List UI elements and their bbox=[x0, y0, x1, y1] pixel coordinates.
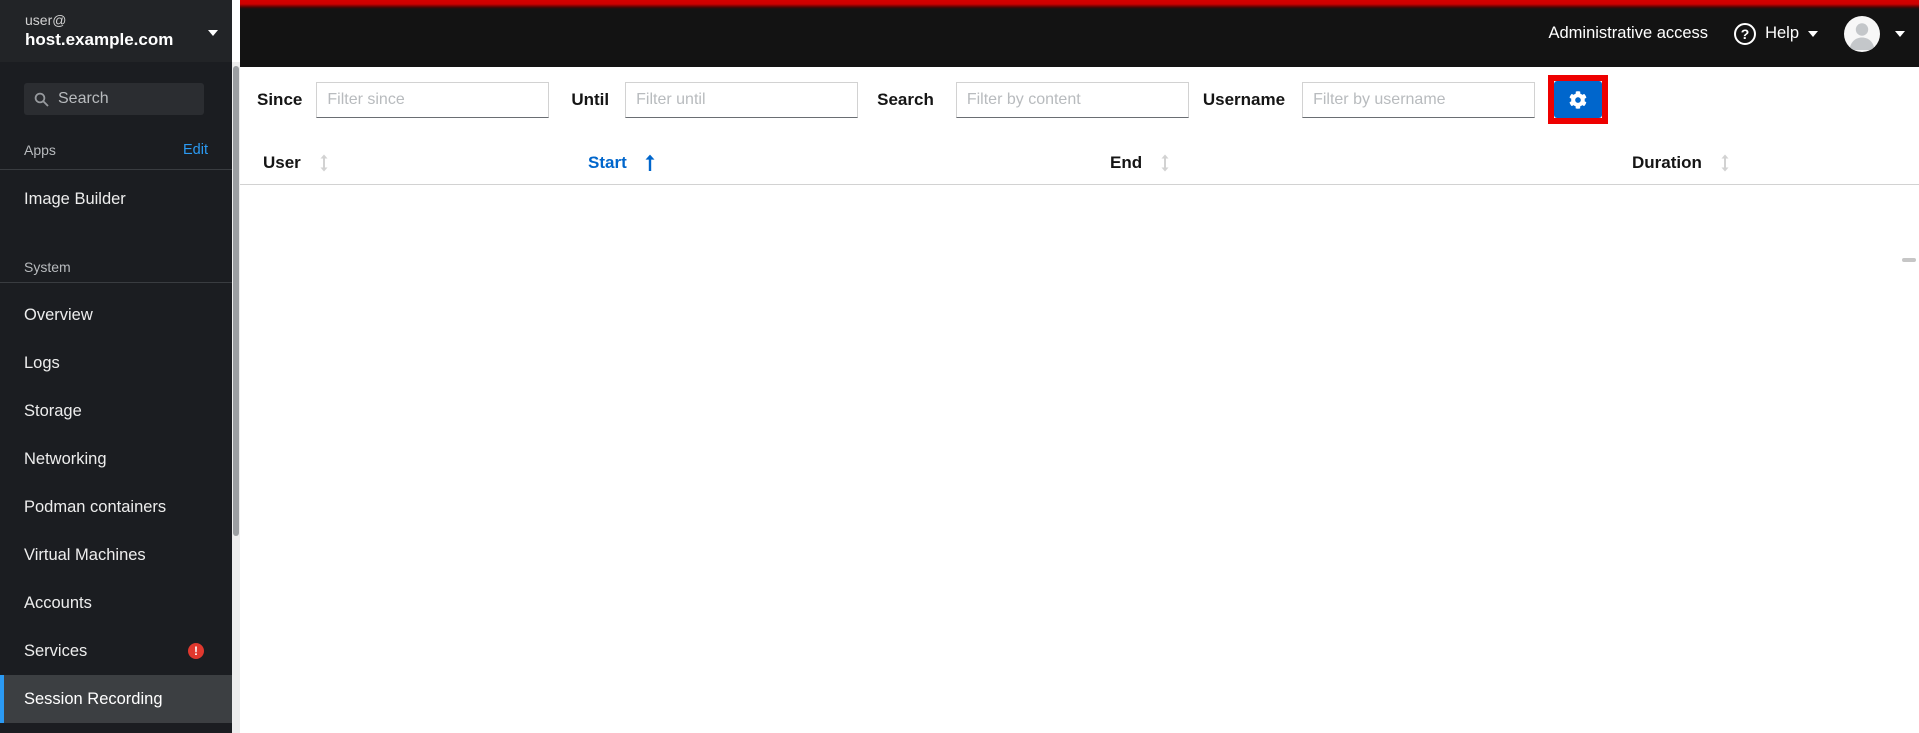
sidebar-item-accounts[interactable]: Accounts bbox=[0, 579, 232, 627]
avatar bbox=[1844, 15, 1880, 52]
sidebar-item-image-builder[interactable]: Image Builder bbox=[0, 175, 232, 223]
help-menu-button[interactable]: ? Help bbox=[1734, 22, 1818, 45]
divider bbox=[0, 282, 232, 283]
sort-both-icon bbox=[320, 154, 328, 171]
masthead: Administrative access ? Help bbox=[240, 0, 1919, 67]
user-name: user@ bbox=[25, 12, 67, 28]
sidebar-search-input[interactable] bbox=[58, 90, 194, 108]
sidebar-item-label: Virtual Machines bbox=[24, 545, 146, 564]
sort-both-icon bbox=[1161, 154, 1169, 171]
sidebar-item-logs[interactable]: Logs bbox=[0, 339, 232, 387]
apps-edit-link[interactable]: Edit bbox=[183, 142, 208, 158]
masthead-toolbar: Administrative access ? Help bbox=[1549, 0, 1905, 67]
annotation-highlight-box bbox=[1548, 75, 1609, 124]
host-name: host.example.com bbox=[25, 30, 174, 49]
sidebar-item-storage[interactable]: Storage bbox=[0, 387, 232, 435]
since-label: Since bbox=[257, 89, 303, 109]
sidebar: user@ host.example.com Apps Edit Image B… bbox=[0, 0, 232, 733]
sidebar-item-networking[interactable]: Networking bbox=[0, 435, 232, 483]
administrative-access-button[interactable]: Administrative access bbox=[1549, 24, 1709, 43]
user-icon bbox=[1849, 22, 1875, 50]
sidebar-scrollbar-thumb[interactable] bbox=[233, 66, 239, 536]
column-label: User bbox=[263, 152, 301, 172]
chevron-down-icon bbox=[1808, 30, 1818, 37]
host-switcher[interactable]: user@ host.example.com bbox=[0, 0, 232, 62]
sidebar-item-label: Overview bbox=[24, 305, 93, 324]
sidebar-item-services[interactable]: Services ! bbox=[0, 627, 232, 675]
sidebar-item-overview[interactable]: Overview bbox=[0, 291, 232, 339]
username-label: Username bbox=[1202, 89, 1286, 109]
config-gear-button[interactable] bbox=[1554, 81, 1603, 118]
filter-toolbar: Since Until Search Username bbox=[257, 75, 1609, 124]
error-badge-icon: ! bbox=[188, 643, 204, 659]
recordings-table-header: User Start End Duration bbox=[240, 140, 1919, 185]
content-scrollbar-thumb[interactable] bbox=[1902, 258, 1916, 262]
column-label: End bbox=[1110, 152, 1143, 172]
help-label: Help bbox=[1765, 24, 1799, 42]
search-label: Search bbox=[877, 89, 934, 109]
apps-section-header: Apps Edit bbox=[24, 139, 208, 161]
since-input[interactable] bbox=[316, 81, 550, 118]
sidebar-item-session-recording[interactable]: Session Recording bbox=[0, 675, 232, 723]
session-recording-page: Since Until Search Username User Start bbox=[240, 67, 1919, 733]
sidebar-item-label: Services bbox=[24, 641, 88, 660]
sidebar-item-label: Logs bbox=[24, 353, 60, 372]
sidebar-item-podman-containers[interactable]: Podman containers bbox=[0, 483, 232, 531]
sidebar-item-label: Podman containers bbox=[24, 497, 167, 516]
sort-ascending-icon bbox=[645, 154, 655, 171]
sidebar-item-label: Storage bbox=[24, 401, 82, 420]
session-menu-button[interactable] bbox=[1844, 15, 1905, 52]
system-section-label: System bbox=[24, 259, 71, 275]
column-label: Duration bbox=[1632, 152, 1702, 172]
until-input[interactable] bbox=[625, 81, 859, 118]
until-label: Until bbox=[571, 89, 610, 109]
column-header-end[interactable]: End bbox=[1110, 140, 1171, 185]
username-filter-input[interactable] bbox=[1302, 81, 1536, 118]
column-header-duration[interactable]: Duration bbox=[1632, 140, 1731, 185]
sidebar-item-label: Session Recording bbox=[24, 689, 163, 708]
chevron-down-icon bbox=[1895, 30, 1905, 37]
content-filter-input[interactable] bbox=[955, 81, 1189, 118]
sort-both-icon bbox=[1721, 154, 1729, 171]
sidebar-search[interactable] bbox=[24, 83, 204, 115]
search-icon bbox=[34, 92, 49, 107]
sidebar-scrollbar[interactable] bbox=[232, 62, 240, 733]
sidebar-item-label: Image Builder bbox=[24, 189, 126, 208]
column-header-user[interactable]: User bbox=[263, 140, 330, 185]
apps-section-label: Apps bbox=[24, 142, 56, 158]
sidebar-item-label: Accounts bbox=[24, 593, 92, 612]
column-header-start[interactable]: Start bbox=[588, 140, 656, 185]
gear-icon bbox=[1569, 90, 1587, 109]
divider bbox=[0, 169, 232, 170]
sidebar-item-virtual-machines[interactable]: Virtual Machines bbox=[0, 531, 232, 579]
sidebar-item-label: Networking bbox=[24, 449, 107, 468]
question-circle-icon: ? bbox=[1734, 22, 1757, 45]
chevron-down-icon bbox=[208, 30, 218, 36]
column-label: Start bbox=[588, 152, 627, 172]
